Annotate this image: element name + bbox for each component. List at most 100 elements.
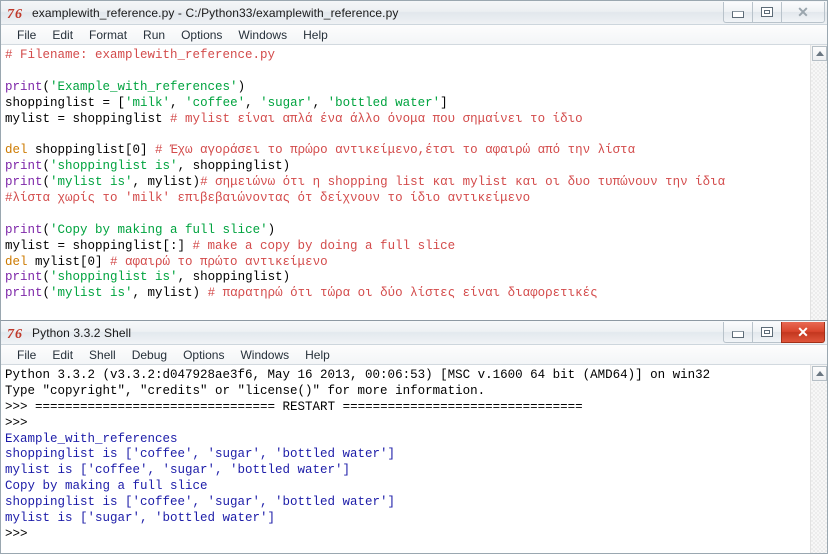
- editor-code-content[interactable]: # Filename: examplewith_reference.py pri…: [1, 45, 810, 323]
- editor-code-token: ,: [245, 95, 261, 110]
- editor-code-token: 'mylist is': [50, 286, 133, 301]
- python-idle-logo-icon: 7 6: [7, 325, 27, 341]
- python-idle-logo-icon: 7 6: [7, 5, 27, 21]
- shell-title-text: Python 3.3.2 Shell: [32, 325, 132, 340]
- editor-code-token: shoppinglist[0]: [27, 143, 156, 158]
- editor-code-token: (: [42, 159, 51, 174]
- editor-code-token: print: [5, 79, 43, 94]
- editor-window-controls: ✕: [723, 2, 825, 23]
- shell-output-line: >>>: [5, 416, 810, 432]
- editor-code-line: print('Copy by making a full slice'): [5, 223, 810, 239]
- editor-code-token: ): [267, 222, 276, 237]
- editor-code-token: del: [5, 143, 28, 158]
- editor-code-token: 'Example_with_references': [50, 79, 238, 94]
- editor-code-line: print('shoppinglist is', shoppinglist): [5, 270, 810, 286]
- shell-output-token: mylist is ['sugar', 'bottled water']: [5, 511, 276, 526]
- editor-minimize-button[interactable]: [723, 2, 753, 23]
- shell-text-area[interactable]: Python 3.3.2 (v3.3.2:d047928ae3f6, May 1…: [1, 365, 827, 553]
- shell-output-token: shoppinglist is ['coffee', 'sugar', 'bot…: [5, 495, 396, 510]
- shell-output-line: Copy by making a full slice: [5, 479, 810, 495]
- shell-output-content[interactable]: Python 3.3.2 (v3.3.2:d047928ae3f6, May 1…: [1, 365, 810, 553]
- editor-code-line: #λίστα χωρίς το 'milk' επιβεβαιώνοντας ό…: [5, 191, 810, 207]
- shell-menu-options[interactable]: Options: [175, 347, 232, 363]
- editor-code-token: (: [42, 286, 51, 301]
- shell-menu-help[interactable]: Help: [297, 347, 338, 363]
- editor-code-token: # παρατηρώ ότι τώρα οι δύο λίστες είναι …: [207, 286, 598, 301]
- editor-code-token: ): [237, 79, 246, 94]
- shell-output-token: ================================ RESTART…: [35, 399, 583, 414]
- editor-code-token: 'shoppinglist is': [50, 159, 178, 174]
- shell-output-line: >>>: [5, 527, 810, 543]
- editor-code-token: 'coffee': [185, 95, 246, 110]
- editor-close-button[interactable]: ✕: [781, 2, 825, 23]
- editor-maximize-button[interactable]: [752, 2, 782, 23]
- shell-menu-debug[interactable]: Debug: [124, 347, 175, 363]
- shell-output-line: mylist is ['sugar', 'bottled water']: [5, 511, 810, 527]
- editor-code-token: , mylist): [132, 175, 201, 190]
- editor-code-token: # σημειώνω ότι η shopping list και mylis…: [200, 175, 726, 190]
- shell-menu-edit[interactable]: Edit: [44, 347, 81, 363]
- editor-code-token: print: [5, 175, 43, 190]
- shell-output-line: mylist is ['coffee', 'sugar', 'bottled w…: [5, 463, 810, 479]
- editor-menu-options[interactable]: Options: [173, 27, 230, 43]
- editor-code-line: mylist = shoppinglist # mylist είναι απλ…: [5, 112, 810, 128]
- shell-minimize-button[interactable]: [723, 322, 753, 343]
- editor-code-token: mylist = shoppinglist: [5, 111, 171, 126]
- shell-window: 7 6 Python 3.3.2 Shell ✕ File Edit Shell De…: [0, 320, 828, 554]
- editor-scroll-track[interactable]: [811, 62, 827, 323]
- editor-code-token: (: [42, 175, 51, 190]
- editor-code-token: (: [42, 79, 51, 94]
- editor-scroll-up-arrow-icon[interactable]: [812, 46, 827, 61]
- shell-output-line: shoppinglist is ['coffee', 'sugar', 'bot…: [5, 495, 810, 511]
- shell-output-token: Example_with_references: [5, 431, 178, 446]
- editor-code-line: [5, 207, 810, 223]
- editor-code-token: , shoppinglist): [177, 159, 291, 174]
- svg-text:7: 7: [7, 7, 15, 21]
- shell-titlebar[interactable]: 7 6 Python 3.3.2 Shell ✕: [1, 321, 827, 345]
- maximize-icon: [761, 327, 773, 337]
- editor-menu-edit[interactable]: Edit: [44, 27, 81, 43]
- editor-code-token: mylist[0]: [27, 254, 111, 269]
- shell-scroll-track[interactable]: [811, 382, 827, 553]
- svg-text:6: 6: [15, 7, 22, 21]
- shell-menu-windows[interactable]: Windows: [232, 347, 297, 363]
- editor-menubar: File Edit Format Run Options Windows Help: [1, 25, 827, 45]
- shell-maximize-button[interactable]: [752, 322, 782, 343]
- svg-text:6: 6: [15, 327, 22, 341]
- shell-scroll-up-arrow-icon[interactable]: [812, 366, 827, 381]
- shell-output-token: Type "copyright", "credits" or "license(…: [5, 383, 486, 398]
- editor-code-line: print('mylist is', mylist)# σημειώνω ότι…: [5, 175, 810, 191]
- editor-vertical-scrollbar[interactable]: [810, 45, 827, 323]
- editor-code-token: 'shoppinglist is': [50, 270, 178, 285]
- editor-code-token: 'bottled water': [327, 95, 441, 110]
- editor-code-token: print: [5, 159, 43, 174]
- shell-vertical-scrollbar[interactable]: [810, 365, 827, 553]
- shell-menu-shell[interactable]: Shell: [81, 347, 124, 363]
- close-icon: ✕: [797, 4, 809, 20]
- editor-titlebar[interactable]: 7 6 examplewith_reference.py - C:/Python…: [1, 1, 827, 25]
- editor-code-token: # αφαιρώ το πρώτο αντικείμενο: [110, 254, 328, 269]
- shell-output-token: >>>: [5, 415, 36, 430]
- editor-code-line: shoppinglist = ['milk', 'coffee', 'sugar…: [5, 96, 810, 112]
- editor-menu-windows[interactable]: Windows: [230, 27, 295, 43]
- shell-close-button[interactable]: ✕: [781, 322, 825, 343]
- editor-menu-run[interactable]: Run: [135, 27, 173, 43]
- triangle-up-icon: [815, 51, 824, 56]
- shell-output-token: >>>: [5, 399, 36, 414]
- editor-code-token: , shoppinglist): [177, 270, 291, 285]
- shell-output-token: mylist is ['coffee', 'sugar', 'bottled w…: [5, 463, 351, 478]
- editor-code-token: # make a copy by doing a full slice: [192, 238, 456, 253]
- shell-output-line: Python 3.3.2 (v3.3.2:d047928ae3f6, May 1…: [5, 368, 810, 384]
- shell-menu-file[interactable]: File: [9, 347, 44, 363]
- shell-output-line: >>> ================================ RES…: [5, 400, 810, 416]
- editor-code-token: print: [5, 286, 43, 301]
- editor-window: 7 6 examplewith_reference.py - C:/Python…: [0, 0, 828, 324]
- editor-menu-file[interactable]: File: [9, 27, 44, 43]
- editor-code-token: , mylist): [132, 286, 208, 301]
- editor-text-area[interactable]: # Filename: examplewith_reference.py pri…: [1, 45, 827, 323]
- shell-output-line: Example_with_references: [5, 432, 810, 448]
- editor-code-line: [5, 127, 810, 143]
- editor-menu-help[interactable]: Help: [295, 27, 336, 43]
- editor-title-text: examplewith_reference.py - C:/Python33/e…: [32, 5, 399, 20]
- editor-menu-format[interactable]: Format: [81, 27, 135, 43]
